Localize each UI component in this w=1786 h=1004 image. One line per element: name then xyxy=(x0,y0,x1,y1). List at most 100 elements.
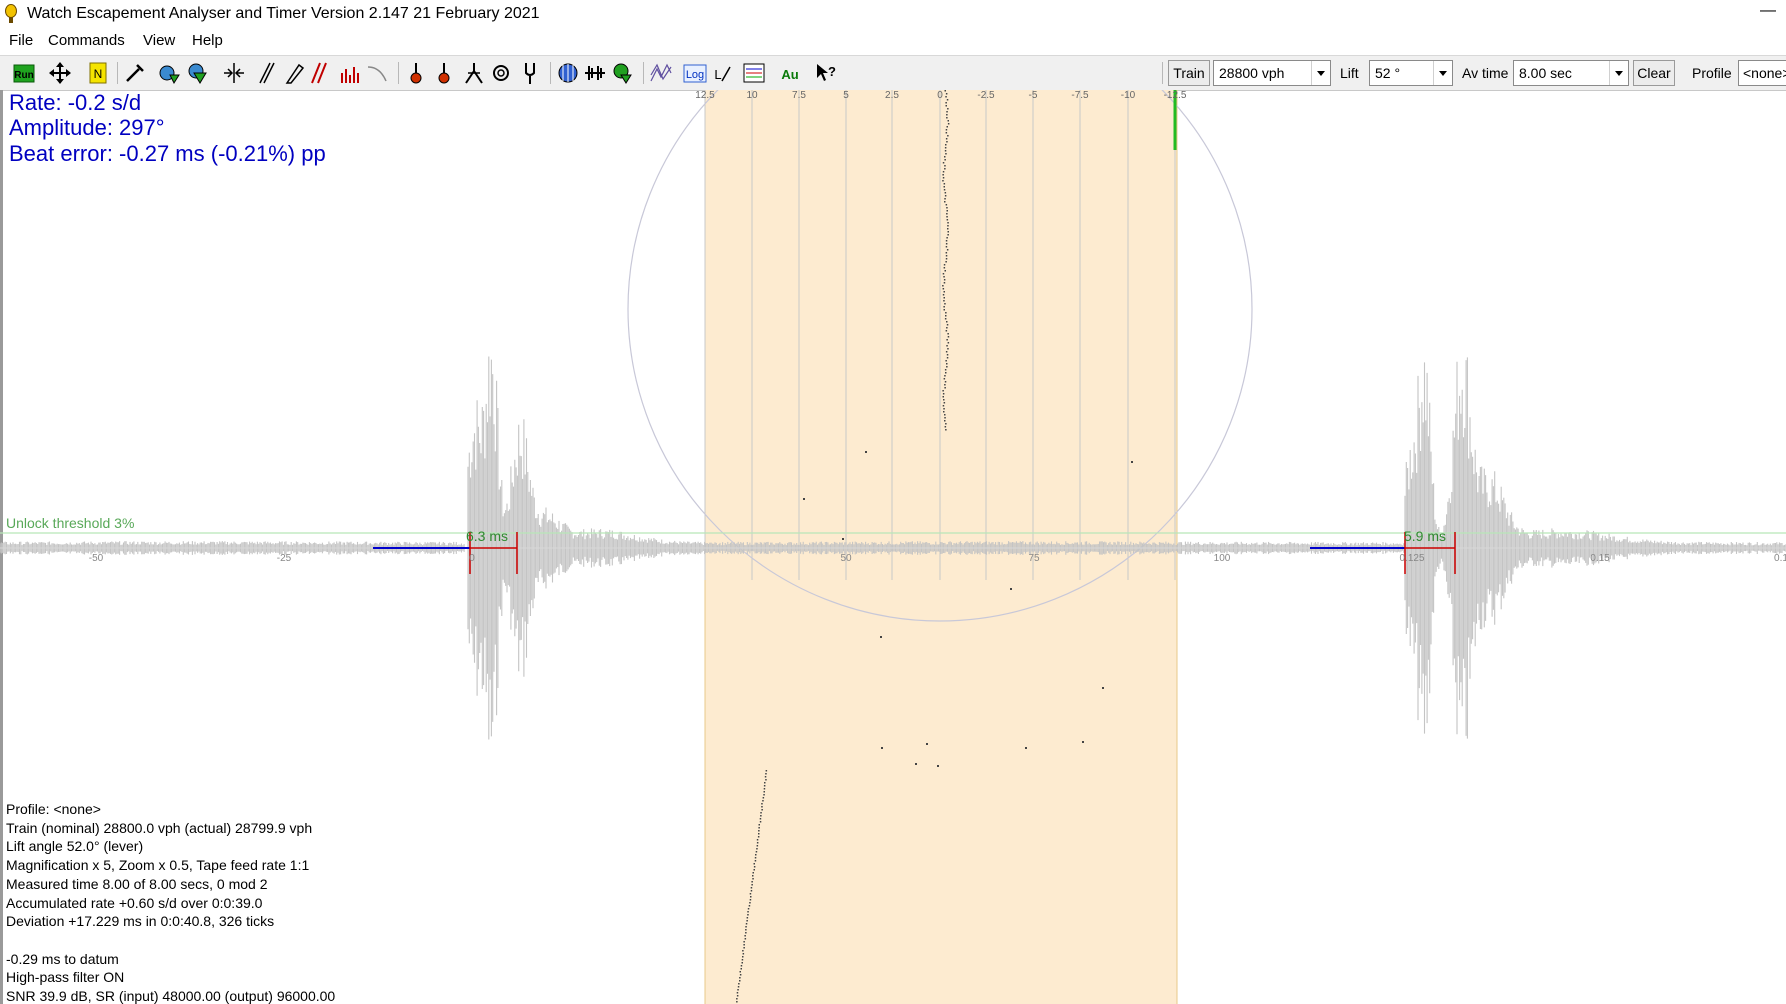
toolbar-separator xyxy=(398,62,399,84)
trace-dot xyxy=(944,375,946,377)
trace-dot xyxy=(945,423,947,425)
trace-dot xyxy=(943,267,946,269)
marker-icon[interactable]: N xyxy=(86,61,110,85)
trace-dot xyxy=(945,102,947,104)
filter-icon[interactable] xyxy=(186,61,210,85)
trace-dot xyxy=(763,785,766,787)
menu-file[interactable]: File xyxy=(9,32,33,49)
trace-dot xyxy=(738,983,740,985)
trace-dot xyxy=(946,117,948,119)
menu-commands[interactable]: Commands xyxy=(48,32,125,49)
train-button[interactable]: Train xyxy=(1168,60,1210,86)
probe-icon[interactable] xyxy=(123,61,147,85)
trace-dot xyxy=(1131,461,1133,463)
trace-dot xyxy=(942,162,945,164)
trace-dot xyxy=(944,159,946,161)
trace-dot xyxy=(748,905,751,907)
trace-dot xyxy=(736,995,739,997)
bottom-tick-label: -50 xyxy=(89,553,104,564)
toolbar: Run N Log L Au ? Train 28800 vph Lift 52… xyxy=(0,55,1786,91)
ms-label-right: 5.9 ms xyxy=(1404,528,1447,544)
chevron-down-icon[interactable] xyxy=(1609,61,1628,85)
trace-dot xyxy=(944,150,947,152)
trace-dot xyxy=(946,354,949,356)
circle-grid-icon[interactable] xyxy=(556,61,580,85)
log-icon[interactable]: Log xyxy=(683,61,707,85)
trace-dot xyxy=(865,451,867,453)
chevron-down-icon[interactable] xyxy=(1433,61,1452,85)
chart-lines-icon[interactable] xyxy=(742,61,766,85)
trace-dot xyxy=(946,345,948,347)
trace-dot xyxy=(1082,741,1084,743)
histogram-icon[interactable] xyxy=(338,61,362,85)
trace-dot xyxy=(943,276,945,278)
move-icon[interactable] xyxy=(48,61,72,85)
double-slash-icon[interactable] xyxy=(306,61,330,85)
slash-icon[interactable] xyxy=(254,61,278,85)
wave-stack-icon[interactable] xyxy=(649,61,673,85)
ms-label-left: 6.3 ms xyxy=(466,528,509,544)
pin-icon[interactable] xyxy=(404,61,428,85)
trace-dot xyxy=(943,264,946,266)
trace-dot xyxy=(754,860,757,862)
trace-dot xyxy=(765,770,768,772)
clear-button[interactable]: Clear xyxy=(1633,60,1675,86)
top-tick-label: -10 xyxy=(1121,90,1136,101)
svg-text:?: ? xyxy=(828,64,836,79)
top-tick-label: 5 xyxy=(843,90,849,101)
trace-dot xyxy=(946,363,948,365)
trace-dot xyxy=(749,893,752,895)
trace-dot xyxy=(947,228,949,230)
help-icon[interactable]: ? xyxy=(814,61,838,85)
trace-dot xyxy=(752,875,754,877)
trace-dot xyxy=(740,965,743,967)
trace-dot xyxy=(737,989,739,991)
trace-dot xyxy=(947,342,950,344)
top-tick-label: -12.5 xyxy=(1164,90,1187,101)
gear-icon[interactable] xyxy=(489,61,513,85)
settings-icon[interactable] xyxy=(157,61,181,85)
trace-dot xyxy=(945,93,948,95)
avtime-select[interactable]: 8.00 sec xyxy=(1513,60,1629,86)
trace-dot xyxy=(946,327,948,329)
profile-field[interactable]: <none> xyxy=(1738,60,1786,86)
title-bar: Watch Escapement Analyser and Timer Vers… xyxy=(0,0,1786,28)
trace-dot xyxy=(946,324,949,326)
svg-text:N: N xyxy=(94,67,103,81)
center-icon[interactable] xyxy=(222,61,246,85)
top-tick-label: 10 xyxy=(746,90,758,101)
top-tick-label: -2.5 xyxy=(977,90,995,101)
trace-dot xyxy=(749,902,751,904)
menu-view[interactable]: View xyxy=(143,32,175,49)
toolbar-separator xyxy=(1162,62,1163,84)
tweezers-icon[interactable] xyxy=(462,61,486,85)
log-icon-label: Log xyxy=(686,69,704,81)
bottom-tick-label: 0.1 xyxy=(1774,553,1786,564)
lift-select[interactable]: 52 ° xyxy=(1369,60,1453,86)
chevron-down-icon[interactable] xyxy=(1311,61,1330,85)
curve-icon[interactable] xyxy=(366,61,390,85)
trace-dot xyxy=(765,773,767,775)
waveform-icon[interactable] xyxy=(583,61,607,85)
scope-view[interactable]: 12.5 10 7.5 5 2.5 0 -2.5 -5 -7.5 -10 -12.5 -50 -25 0… xyxy=(0,90,1786,1004)
trace-dot xyxy=(945,360,947,362)
pin-alt-icon[interactable] xyxy=(432,61,456,85)
run-icon[interactable]: Run xyxy=(12,61,36,85)
trace-dot xyxy=(947,120,949,122)
trace-dot xyxy=(946,237,948,239)
log-graph-icon[interactable]: L xyxy=(712,61,736,85)
top-tick-label: 7.5 xyxy=(792,90,806,101)
trace-dot xyxy=(946,210,948,212)
train-select[interactable]: 28800 vph xyxy=(1213,60,1331,86)
trace-dot xyxy=(755,854,757,856)
au-icon[interactable]: Au xyxy=(778,61,802,85)
tuning-fork-icon[interactable] xyxy=(518,61,542,85)
trace-dot xyxy=(947,231,949,233)
graph-check-icon[interactable] xyxy=(611,61,635,85)
trace-dot xyxy=(750,896,752,898)
minimize-button[interactable]: — xyxy=(1760,2,1776,20)
pencil-icon[interactable] xyxy=(282,61,306,85)
trace-dot xyxy=(750,890,753,892)
menu-help[interactable]: Help xyxy=(192,32,223,49)
trace-dot xyxy=(1010,588,1012,590)
